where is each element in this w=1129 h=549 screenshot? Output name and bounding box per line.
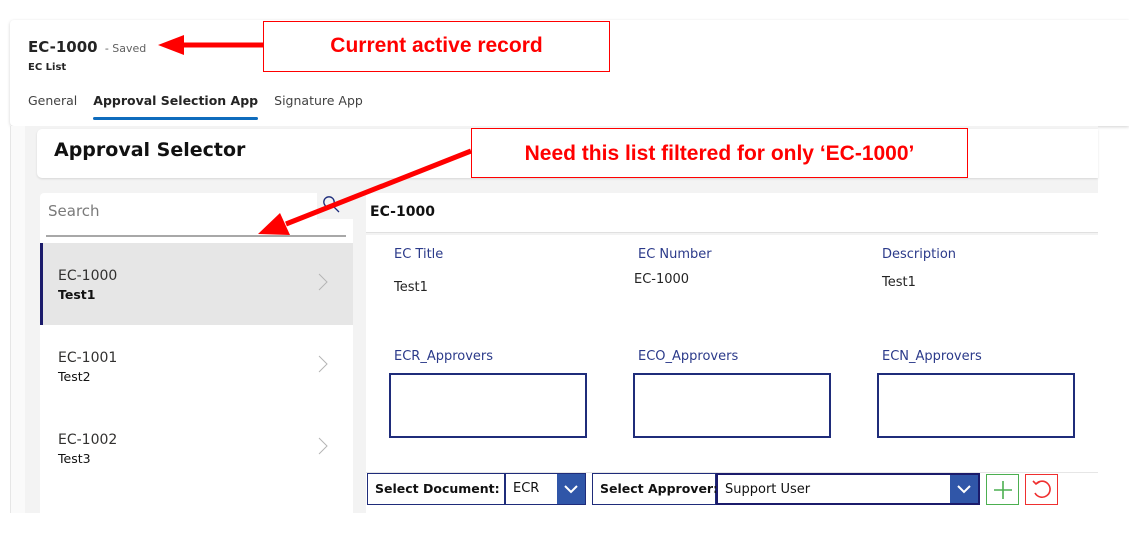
detail-header: EC-1000 [366,193,1098,233]
search-spacer [40,219,353,243]
ec-gallery: EC-1000 Test1 EC-1001 Test2 EC-1002 Test… [40,243,353,513]
app-title: Approval Selector [54,139,246,161]
approver-dropdown-toggle[interactable] [950,475,978,503]
gallery-item[interactable]: EC-1000 Test1 [40,243,353,325]
gallery-item-title: Test2 [58,369,91,384]
select-document-label: Select Document: [367,473,505,505]
tab-signature-app[interactable]: Signature App [274,92,371,120]
gallery-item[interactable]: EC-1002 Test3 [40,407,353,489]
tab-general[interactable]: General [28,92,85,120]
annotation-current-record: Current active record [263,21,610,72]
undo-icon [1031,479,1051,498]
ecn-approvers-field[interactable] [877,373,1075,438]
search-icon [323,196,340,213]
document-dropdown-value: ECR [513,481,540,496]
ec-title-label: EC Title [394,247,444,262]
gallery-item-title: Test1 [58,287,96,302]
gallery-item-number: EC-1002 [58,432,118,448]
chevron-right-icon[interactable] [318,355,328,373]
reset-button[interactable] [1025,474,1058,505]
gallery-item-title: Test3 [58,451,91,466]
record-title: EC-1000 - Saved [28,38,146,56]
search-button[interactable] [317,193,353,219]
ec-number-label: EC Number [638,247,712,262]
select-approver-label: Select Approver: [592,473,718,505]
search-underline [46,235,346,237]
plus-icon [993,480,1012,499]
eco-approvers-field[interactable] [633,373,831,438]
gallery-item[interactable]: EC-1001 Test2 [40,325,353,407]
form-tabs: General Approval Selection App Signature… [28,92,379,120]
approver-dropdown-value: Support User [725,482,811,497]
annotation-filter-note: Need this list filtered for only ‘EC-100… [471,128,968,178]
canvas-edge [10,126,25,513]
approver-dropdown[interactable]: Support User [716,473,980,505]
ecr-approvers-label: ECR_Approvers [394,349,494,364]
document-dropdown-toggle[interactable] [557,474,585,504]
gallery-item-number: EC-1001 [58,350,118,366]
detail-title: EC-1000 [370,204,435,220]
ec-title-value: Test1 [394,280,428,295]
ecr-approvers-field[interactable] [389,373,587,438]
chevron-down-icon [957,484,971,493]
tab-approval-selection-app[interactable]: Approval Selection App [93,92,266,120]
document-dropdown[interactable]: ECR [505,473,586,505]
description-value: Test1 [882,275,916,290]
add-approver-button[interactable] [986,474,1019,505]
ecn-approvers-label: ECN_Approvers [882,349,982,364]
save-status: - Saved [104,42,147,55]
record-number: EC-1000 [28,38,98,56]
description-label: Description [882,247,957,262]
chevron-right-icon[interactable] [318,273,328,291]
ec-number-value: EC-1000 [634,272,690,287]
entity-name: EC List [28,62,67,73]
gallery-item-number: EC-1000 [58,268,118,284]
chevron-right-icon[interactable] [318,437,328,455]
eco-approvers-label: ECO_Approvers [638,349,739,364]
chevron-down-icon [564,484,578,493]
